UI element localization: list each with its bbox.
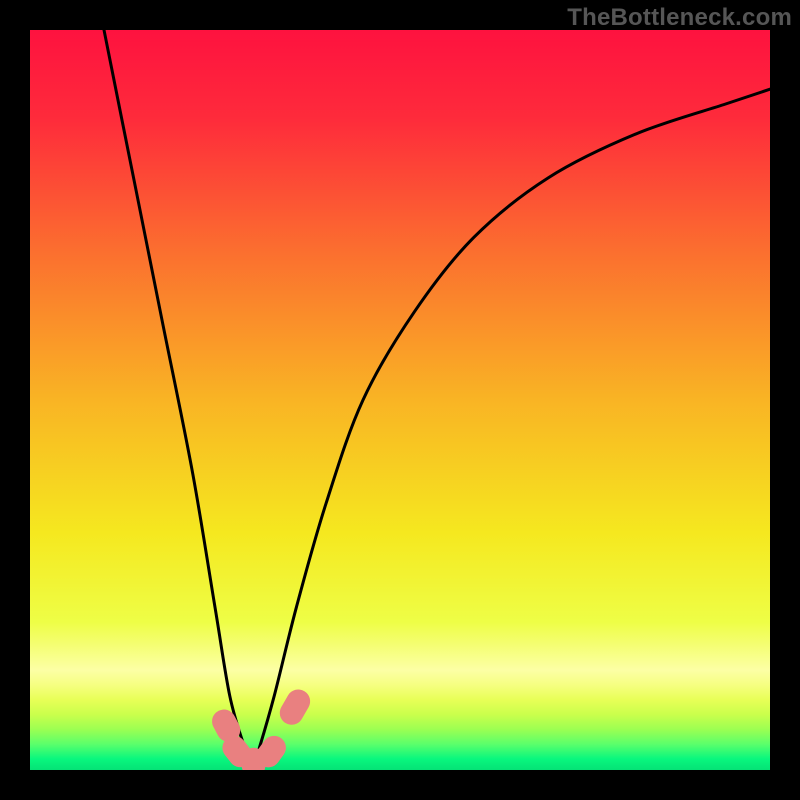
curve-layer xyxy=(30,30,770,770)
marker-group xyxy=(208,685,315,770)
pink-marker xyxy=(275,685,314,729)
chart-frame: TheBottleneck.com xyxy=(0,0,800,800)
watermark-text: TheBottleneck.com xyxy=(567,4,792,32)
plot-area xyxy=(30,30,770,770)
bottleneck-curve xyxy=(104,30,770,770)
